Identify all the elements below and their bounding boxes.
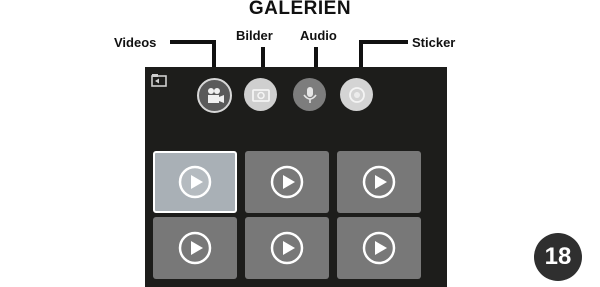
play-icon (362, 165, 396, 199)
category-videos-button[interactable] (197, 78, 232, 113)
sticker-icon (348, 86, 365, 103)
thumbnail[interactable] (337, 151, 421, 213)
play-icon (270, 165, 304, 199)
thumbnail-selected[interactable] (153, 151, 237, 213)
device-screen (145, 67, 447, 287)
photo-icon (251, 88, 270, 102)
thumbnail[interactable] (337, 217, 421, 279)
play-icon (362, 231, 396, 265)
category-sticker-button[interactable] (340, 78, 373, 111)
category-bilder-button[interactable] (244, 78, 277, 111)
thumbnail[interactable] (245, 151, 329, 213)
microphone-icon (302, 86, 317, 103)
play-icon (178, 165, 212, 199)
thumbnail[interactable] (245, 217, 329, 279)
back-folder-icon[interactable] (151, 73, 167, 87)
page-number-badge: 18 (534, 233, 582, 281)
video-camera-icon (207, 87, 224, 103)
thumbnail[interactable] (153, 217, 237, 279)
play-icon (270, 231, 304, 265)
category-audio-button[interactable] (293, 78, 326, 111)
play-icon (178, 231, 212, 265)
